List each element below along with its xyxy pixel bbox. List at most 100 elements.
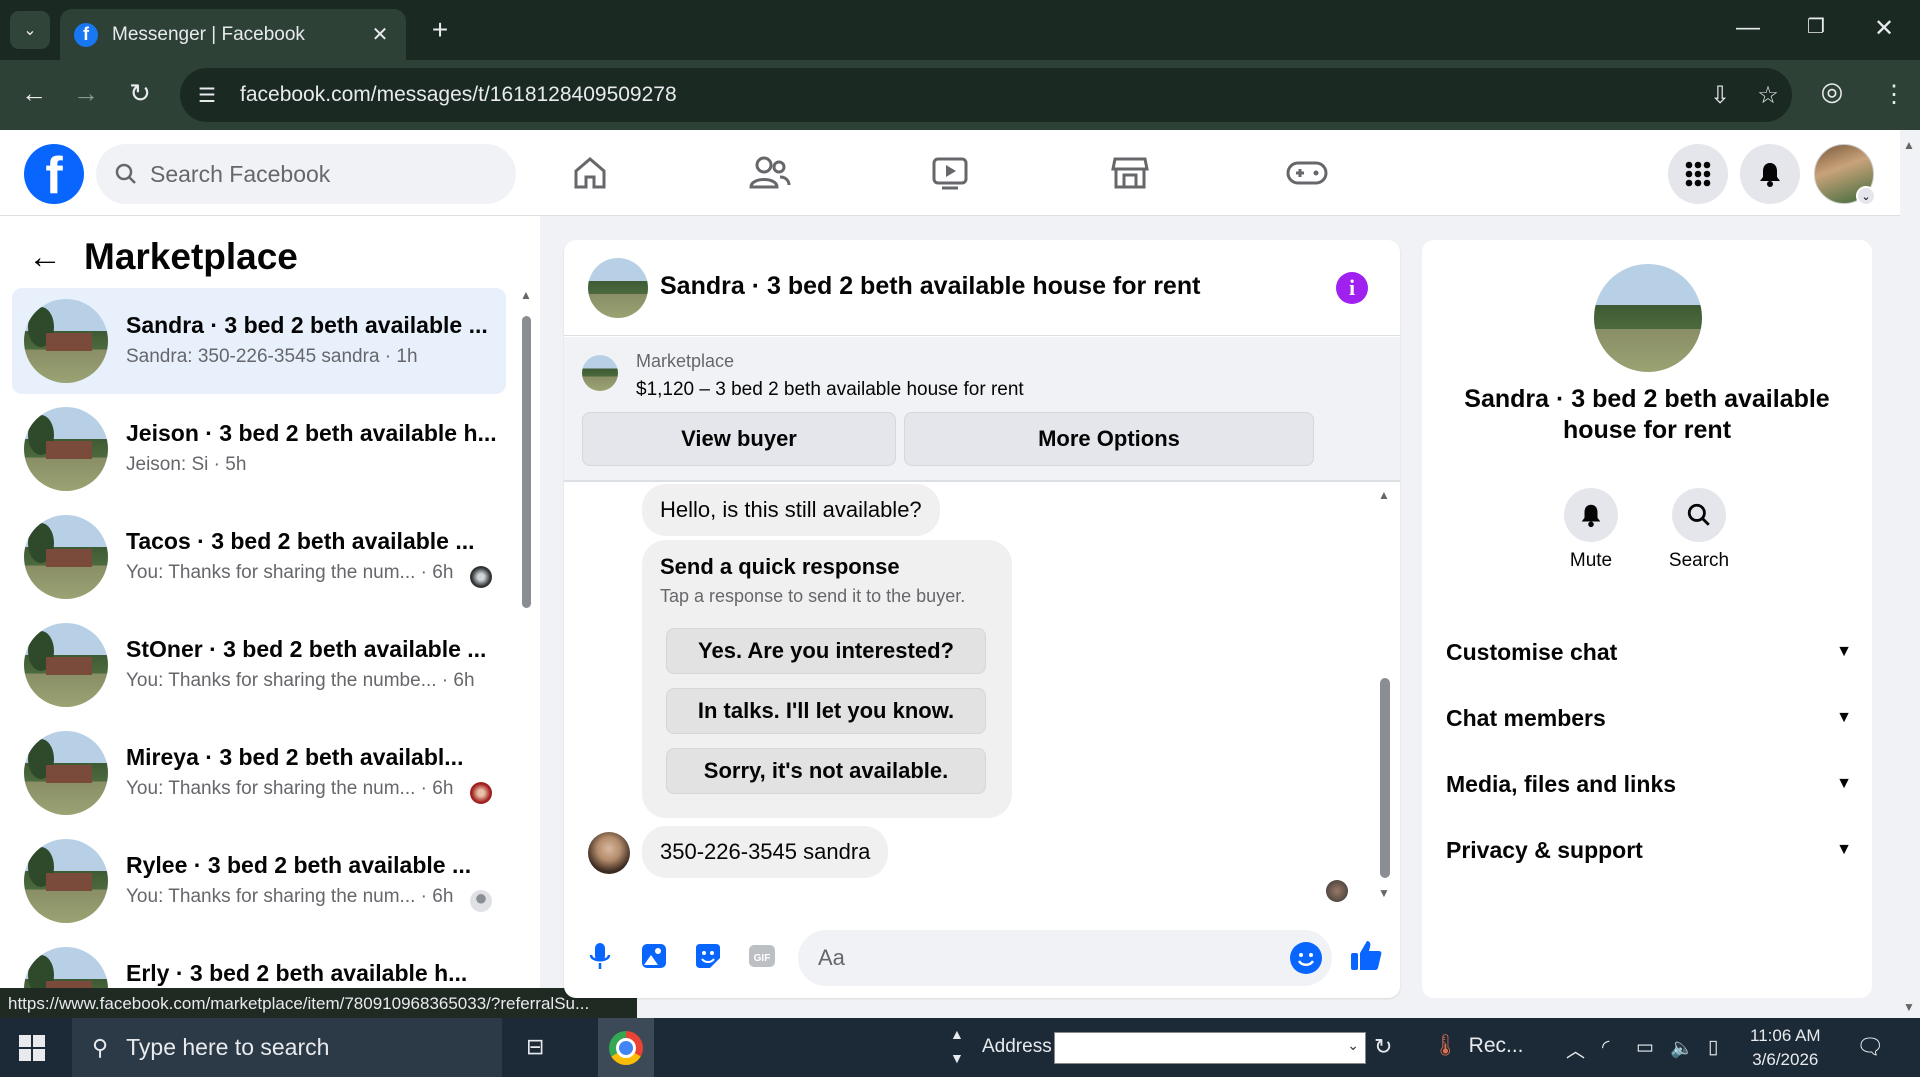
marketplace-icon[interactable] — [1105, 148, 1155, 198]
address-bar[interactable]: ☰ facebook.com/messages/t/16181284095092… — [180, 68, 1792, 122]
conversation-item[interactable]: Mireya · 3 bed 2 beth availabl... You: T… — [12, 720, 506, 826]
taskbar-search-placeholder: Type here to search — [126, 1034, 330, 1060]
listing-thumbnail[interactable] — [582, 355, 618, 391]
sender-avatar[interactable] — [588, 832, 630, 874]
conversation-snippet: Sandra: 350-226-3545 sandra · 1h — [126, 346, 418, 367]
bookmark-star-icon[interactable]: ☆ — [1744, 81, 1792, 110]
show-hidden-icons-chevron[interactable]: ︿ — [1566, 1036, 1585, 1063]
notifications-bell-icon[interactable] — [1740, 144, 1800, 204]
url-text[interactable]: facebook.com/messages/t/1618128409509278 — [240, 83, 1696, 107]
profile-icon[interactable]: ◎ — [1814, 76, 1850, 107]
meet-now-icon[interactable]: ▯ — [1708, 1036, 1718, 1059]
scroll-up-icon[interactable]: ▲ — [1378, 488, 1390, 502]
browser-tab[interactable]: f Messenger | Facebook ✕ — [60, 9, 406, 60]
page-scroll-up-icon[interactable]: ▲ — [1903, 138, 1915, 152]
site-info-icon[interactable]: ☰ — [198, 83, 224, 108]
conversation-name: Erly · 3 bed 2 beth available h... — [126, 960, 468, 986]
menu-grid-icon[interactable] — [1668, 144, 1728, 204]
sticker-icon[interactable] — [692, 940, 724, 972]
browser-toolbar: ← → ↻ ☰ facebook.com/messages/t/16181284… — [0, 60, 1920, 130]
facebook-logo[interactable]: f — [24, 144, 84, 204]
mute-bell-icon[interactable] — [1564, 488, 1618, 542]
conversation-details-panel: Sandra · 3 bed 2 beth available house fo… — [1422, 240, 1872, 998]
close-window-button[interactable]: ✕ — [1864, 14, 1904, 43]
system-clock[interactable]: 11:06 AM 3/6/2026 — [1750, 1024, 1821, 1072]
back-arrow-icon[interactable]: ← — [28, 238, 62, 277]
minimize-button[interactable]: — — [1728, 14, 1768, 42]
emoji-icon[interactable] — [1290, 942, 1322, 974]
listing-thumbnail — [24, 731, 108, 815]
thumbs-up-icon[interactable] — [1348, 938, 1384, 974]
message-input[interactable]: Aa — [798, 930, 1332, 986]
conversation-item[interactable]: Rylee · 3 bed 2 beth available ... You: … — [12, 828, 506, 934]
message-bubble[interactable]: Hello, is this still available? — [642, 484, 940, 536]
restore-button[interactable]: ❐ — [1796, 14, 1836, 39]
chat-header: Sandra · 3 bed 2 beth available house fo… — [564, 240, 1400, 336]
install-app-icon[interactable]: ⇩ — [1696, 81, 1744, 110]
message-bubble[interactable]: 350-226-3545 sandra — [642, 826, 889, 878]
taskbar-app-button[interactable]: 🌡 Rec... — [1432, 1034, 1524, 1058]
privacy-support-section[interactable]: Privacy & support ▼ — [1446, 830, 1852, 870]
more-options-button[interactable]: More Options — [904, 412, 1314, 466]
conversation-list-scrollbar[interactable]: ▲ — [520, 288, 532, 988]
conversation-avatar[interactable] — [1594, 264, 1702, 372]
watch-video-icon[interactable] — [925, 148, 975, 198]
conversation-item[interactable]: Tacos · 3 bed 2 beth available ... You: … — [12, 504, 506, 610]
home-icon[interactable] — [565, 148, 615, 198]
conversation-list-panel: ← Marketplace Sandra · 3 bed 2 beth avai… — [0, 216, 540, 1018]
microphone-icon[interactable] — [584, 940, 616, 972]
toolbar-scroll-arrows[interactable]: ▲ ▼ — [950, 1022, 964, 1070]
page-scroll-down-icon[interactable]: ▼ — [1903, 1000, 1915, 1014]
account-chevron-down-icon[interactable]: ⌄ — [1856, 186, 1876, 206]
volume-muted-icon[interactable]: 🔈 — [1670, 1036, 1694, 1060]
search-icon: ⚲ — [92, 1034, 109, 1060]
battery-icon[interactable]: ▭ — [1636, 1036, 1654, 1059]
conversation-item[interactable]: StOner · 3 bed 2 beth available ... You:… — [12, 612, 506, 718]
listing-thumbnail — [24, 407, 108, 491]
chevron-down-icon: ▼ — [1836, 643, 1852, 660]
reload-button[interactable]: ↻ — [122, 78, 158, 109]
new-tab-button[interactable]: + — [424, 14, 456, 46]
quick-reply-button[interactable]: Sorry, it's not available. — [666, 748, 986, 794]
photo-icon[interactable] — [638, 940, 670, 972]
scroll-up-icon[interactable]: ▲ — [520, 288, 532, 302]
conversation-item[interactable]: Jeison · 3 bed 2 beth available h... Jei… — [12, 396, 506, 502]
chat-avatar[interactable] — [588, 258, 648, 318]
scroll-down-icon[interactable]: ▼ — [1378, 886, 1390, 900]
address-toolbar-label: Address — [982, 1036, 1052, 1057]
facebook-header: f Search Facebook ⌄ — [0, 130, 1900, 216]
taskbar-search-input[interactable]: ⚲ Type here to search — [72, 1018, 502, 1077]
tab-search-button[interactable]: ⌄ — [10, 11, 50, 49]
search-conversation-icon[interactable] — [1672, 488, 1726, 542]
chevron-down-icon[interactable]: ⌄ — [1347, 1037, 1359, 1054]
gif-icon[interactable]: GIF — [746, 940, 778, 972]
quick-reply-button[interactable]: In talks. I'll let you know. — [666, 688, 986, 734]
listing-description[interactable]: $1,120 – 3 bed 2 beth available house fo… — [636, 379, 1024, 401]
wifi-icon[interactable]: ◜ — [1602, 1036, 1609, 1059]
back-button[interactable]: ← — [16, 78, 52, 109]
forward-button[interactable]: → — [68, 78, 104, 109]
chat-title[interactable]: Sandra · 3 bed 2 beth available house fo… — [660, 272, 1200, 301]
facebook-search-input[interactable]: Search Facebook — [96, 144, 516, 204]
address-toolbar-input[interactable]: ⌄ — [1054, 1032, 1366, 1064]
quick-reply-button[interactable]: Yes. Are you interested? — [666, 628, 986, 674]
chrome-taskbar-button[interactable] — [598, 1018, 654, 1077]
address-refresh-icon[interactable]: ↻ — [1374, 1034, 1392, 1060]
chat-members-section[interactable]: Chat members ▼ — [1446, 698, 1852, 738]
gaming-icon[interactable] — [1282, 148, 1332, 198]
browser-menu-icon[interactable]: ⋮ — [1882, 80, 1906, 109]
conversation-name: Rylee · 3 bed 2 beth available ... — [126, 852, 472, 878]
chat-scrollbar[interactable]: ▲ ▼ — [1378, 488, 1392, 900]
customise-chat-section[interactable]: Customise chat ▼ — [1446, 632, 1852, 672]
search-icon — [115, 163, 136, 184]
media-files-links-section[interactable]: Media, files and links ▼ — [1446, 764, 1852, 804]
conversation-name: Sandra · 3 bed 2 beth available ... — [126, 312, 488, 338]
windows-start-icon[interactable] — [18, 1034, 46, 1062]
task-view-icon[interactable]: ⊟ — [526, 1034, 544, 1060]
tab-close-icon[interactable]: ✕ — [368, 22, 392, 47]
friends-icon[interactable] — [745, 148, 795, 198]
info-icon[interactable]: i — [1336, 272, 1368, 304]
notification-center-icon[interactable]: 🗨 — [1856, 1034, 1884, 1060]
view-buyer-button[interactable]: View buyer — [582, 412, 896, 466]
conversation-item[interactable]: Sandra · 3 bed 2 beth available ... Sand… — [12, 288, 506, 394]
